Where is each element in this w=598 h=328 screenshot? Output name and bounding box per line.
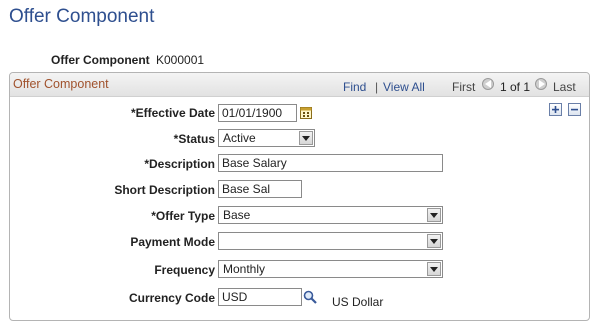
chevron-down-icon bbox=[299, 131, 313, 145]
status-select[interactable]: Active bbox=[218, 129, 315, 147]
group-header: Offer Component Find | View All First 1 … bbox=[10, 73, 589, 97]
next-row-icon[interactable] bbox=[535, 78, 547, 90]
short-description-field[interactable]: Base Sal bbox=[218, 180, 302, 198]
group-title: Offer Component bbox=[13, 77, 109, 91]
status-value: Active bbox=[223, 131, 256, 145]
previous-row-icon[interactable] bbox=[482, 78, 494, 90]
chevron-down-icon bbox=[427, 262, 441, 276]
frequency-label: Frequency bbox=[154, 263, 215, 277]
description-field[interactable]: Base Salary bbox=[218, 154, 443, 172]
currency-code-field[interactable]: USD bbox=[218, 288, 302, 306]
last-label: Last bbox=[553, 80, 576, 94]
chevron-down-icon bbox=[427, 234, 441, 248]
link-separator: | bbox=[375, 80, 379, 94]
currency-description: US Dollar bbox=[332, 295, 384, 309]
offer-type-label: *Offer Type bbox=[151, 209, 215, 223]
frequency-value: Monthly bbox=[223, 262, 266, 276]
payment-mode-select[interactable] bbox=[218, 232, 443, 250]
description-label: *Description bbox=[144, 157, 215, 171]
offer-type-value: Base bbox=[223, 208, 251, 222]
effective-date-field[interactable]: 01/01/1900 bbox=[218, 104, 297, 122]
page-title: Offer Component bbox=[9, 6, 155, 27]
row-range: 1 of 1 bbox=[500, 80, 531, 94]
calendar-icon[interactable] bbox=[300, 106, 312, 119]
payment-mode-label: Payment Mode bbox=[130, 235, 215, 249]
first-label: First bbox=[452, 80, 476, 94]
frequency-select[interactable]: Monthly bbox=[218, 260, 443, 278]
search-icon[interactable] bbox=[303, 290, 317, 304]
status-label: *Status bbox=[173, 132, 215, 146]
short-description-label: Short Description bbox=[114, 183, 215, 197]
delete-row-button[interactable] bbox=[568, 103, 581, 116]
offer-type-select[interactable]: Base bbox=[218, 206, 443, 224]
effective-date-label: *Effective Date bbox=[130, 106, 215, 120]
view-all-link[interactable]: View All bbox=[383, 80, 425, 94]
add-row-button[interactable] bbox=[549, 103, 562, 116]
find-link[interactable]: Find bbox=[343, 80, 366, 94]
chevron-down-icon bbox=[427, 208, 441, 222]
currency-code-label: Currency Code bbox=[128, 291, 215, 305]
offer-component-key-label: Offer Component bbox=[51, 53, 150, 67]
offer-component-key-value: K000001 bbox=[156, 53, 205, 67]
